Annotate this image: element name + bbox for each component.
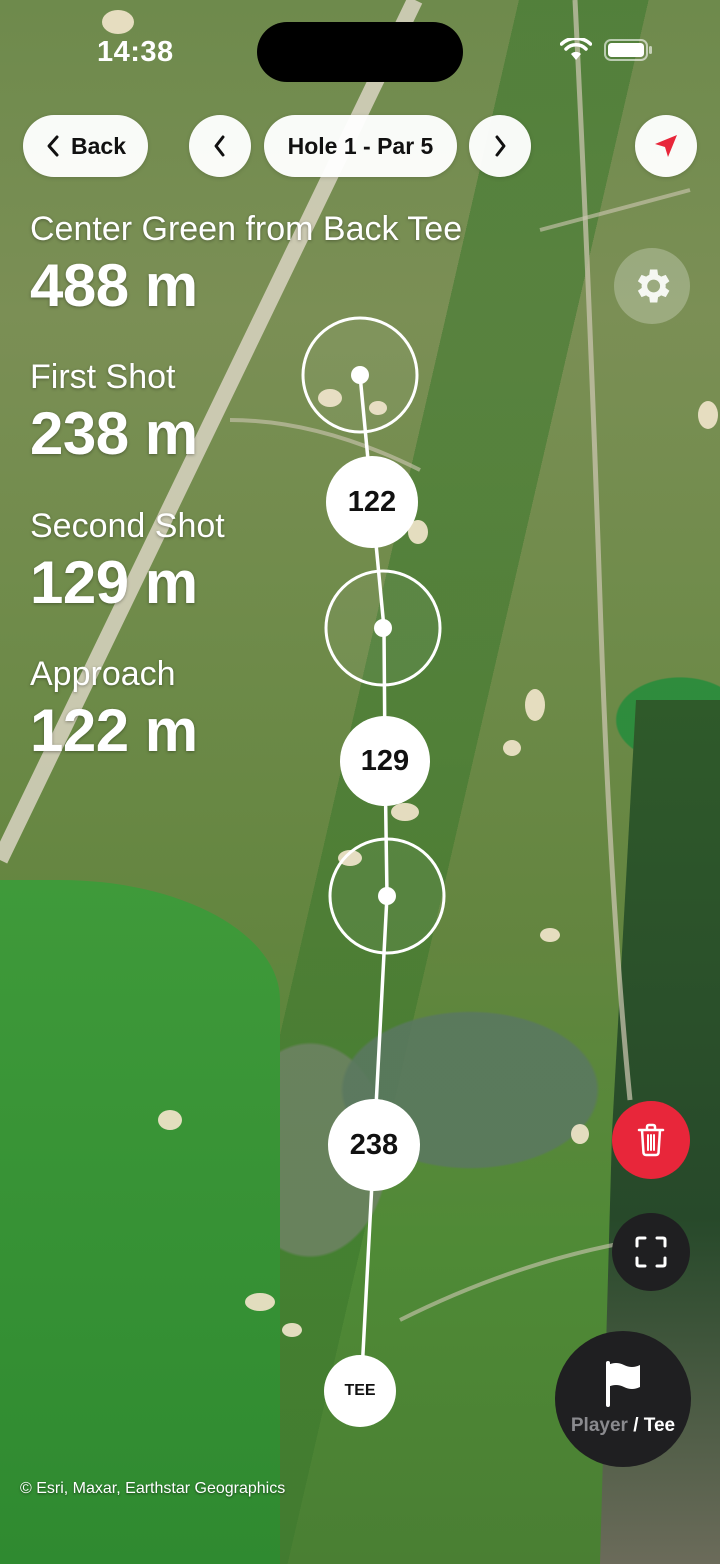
trash-icon — [637, 1123, 665, 1157]
distance-label: Approach — [30, 655, 176, 693]
segment-distance-second[interactable]: 129 — [340, 716, 430, 806]
expand-icon — [635, 1236, 667, 1268]
distance-first-shot: First Shot 238 m — [30, 358, 198, 468]
distance-value: 129 m — [30, 549, 198, 616]
distance-center-green: Center Green from Back Tee 488 m — [30, 210, 462, 320]
tee-option: Tee — [643, 1415, 676, 1436]
back-label: Back — [71, 132, 126, 159]
segment-distance-approach[interactable]: 122 — [326, 456, 418, 548]
dynamic-island — [257, 22, 463, 82]
status-time: 14:38 — [97, 36, 174, 68]
gear-icon — [637, 269, 670, 303]
delete-shots-button[interactable] — [612, 1101, 690, 1179]
player-tee-toggle[interactable]: Player / Tee — [555, 1331, 691, 1467]
distance-label: Center Green from Back Tee — [30, 210, 463, 248]
distance-label: First Shot — [30, 358, 176, 396]
status-icons — [560, 38, 654, 62]
flag-icon — [606, 1361, 640, 1407]
hole-label: Hole 1 - Par 5 — [287, 132, 434, 159]
previous-hole-button[interactable] — [189, 115, 251, 177]
player-tee-label: Player / Tee — [571, 1415, 675, 1437]
fullscreen-button[interactable] — [612, 1213, 690, 1291]
player-option: Player — [570, 1415, 628, 1436]
distance-second-shot: Second Shot 129 m — [30, 507, 225, 617]
distance-value: 488 m — [30, 252, 198, 319]
locate-button[interactable] — [635, 115, 697, 177]
next-hole-button[interactable] — [469, 115, 531, 177]
location-arrow-icon — [655, 135, 677, 157]
tee-marker[interactable]: TEE — [324, 1355, 396, 1427]
back-chevron-icon — [47, 135, 59, 157]
distance-label: Second Shot — [30, 507, 225, 545]
distance-value: 238 m — [30, 400, 198, 467]
hole-selector[interactable]: Hole 1 - Par 5 — [264, 115, 457, 177]
next-hole-icon — [495, 135, 506, 157]
back-button[interactable]: Back — [23, 115, 148, 177]
distance-value: 122 m — [30, 697, 198, 764]
segment-distance-first[interactable]: 238 — [328, 1099, 420, 1191]
settings-button[interactable] — [614, 248, 690, 324]
battery-icon — [604, 39, 652, 61]
option-separator: / — [633, 1415, 639, 1436]
map-attribution: © Esri, Maxar, Earthstar Geographics — [20, 1480, 286, 1497]
prev-hole-icon — [214, 135, 225, 157]
wifi-icon — [560, 38, 592, 60]
distance-approach: Approach 122 m — [30, 655, 198, 765]
